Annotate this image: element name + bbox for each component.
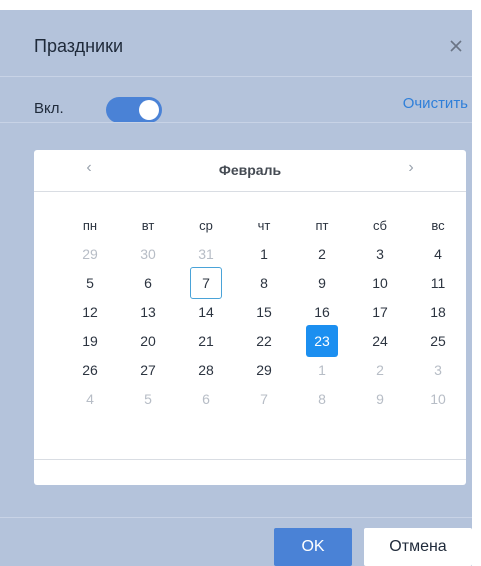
- day-cell[interactable]: 8: [306, 383, 338, 415]
- day-cell[interactable]: 19: [74, 325, 106, 357]
- day-cell[interactable]: 29: [74, 238, 106, 270]
- enable-toggle[interactable]: [106, 97, 162, 123]
- day-cell[interactable]: 9: [364, 383, 396, 415]
- day-cell[interactable]: 2: [306, 238, 338, 270]
- calendar-footer-divider: [34, 459, 466, 460]
- day-cell[interactable]: 6: [190, 383, 222, 415]
- holidays-dialog: Праздники Вкл. Очистить ‹ Февраль › пн вт…: [0, 10, 472, 566]
- day-cell[interactable]: 24: [364, 325, 396, 357]
- day-cell[interactable]: 13: [132, 296, 164, 328]
- day-cell[interactable]: 5: [74, 267, 106, 299]
- footer-divider: [0, 517, 472, 518]
- weekday-label: сб: [373, 218, 387, 233]
- day-cell[interactable]: 6: [132, 267, 164, 299]
- close-icon[interactable]: [446, 36, 466, 56]
- day-cell[interactable]: 27: [132, 354, 164, 386]
- calendar-header: ‹ Февраль ›: [34, 150, 466, 192]
- day-cell[interactable]: 25: [422, 325, 454, 357]
- day-cell[interactable]: 18: [422, 296, 454, 328]
- day-cell[interactable]: 10: [364, 267, 396, 299]
- day-cell[interactable]: 30: [132, 238, 164, 270]
- day-cell[interactable]: 11: [422, 267, 454, 299]
- dialog-title: Праздники: [34, 36, 124, 56]
- header-divider: [0, 76, 472, 77]
- clear-link[interactable]: Очистить: [403, 95, 468, 112]
- day-cell[interactable]: 12: [74, 296, 106, 328]
- day-cell[interactable]: 5: [132, 383, 164, 415]
- calendar: ‹ Февраль › пн вт ср чт пт сб вс 29 30 31 1 2 3 4 5 6 7…: [34, 150, 466, 485]
- next-month-button[interactable]: ›: [400, 159, 422, 177]
- day-cell[interactable]: 4: [422, 238, 454, 270]
- ok-button[interactable]: OK: [274, 528, 352, 566]
- day-cell[interactable]: 22: [248, 325, 280, 357]
- weekday-label: вс: [431, 218, 445, 233]
- day-cell[interactable]: 21: [190, 325, 222, 357]
- day-cell[interactable]: 31: [190, 238, 222, 270]
- day-cell[interactable]: 4: [74, 383, 106, 415]
- day-cell[interactable]: 10: [422, 383, 454, 415]
- day-cell[interactable]: 9: [306, 267, 338, 299]
- weekday-label: пн: [82, 218, 98, 233]
- day-cell[interactable]: 26: [74, 354, 106, 386]
- day-cell[interactable]: 3: [364, 238, 396, 270]
- day-cell[interactable]: 28: [190, 354, 222, 386]
- toggle-label: Вкл.: [34, 100, 64, 117]
- day-cell-today[interactable]: 7: [190, 267, 222, 299]
- weekday-label: чт: [257, 218, 271, 233]
- toolbar-divider: [0, 122, 472, 123]
- day-cell[interactable]: 17: [364, 296, 396, 328]
- cancel-button[interactable]: Отмена: [364, 528, 472, 566]
- day-cell[interactable]: 2: [364, 354, 396, 386]
- weekday-header: пн вт ср чт пт сб вс: [34, 218, 466, 238]
- day-cell[interactable]: 15: [248, 296, 280, 328]
- weekday-label: ср: [199, 218, 213, 233]
- day-cell[interactable]: 14: [190, 296, 222, 328]
- day-cell[interactable]: 20: [132, 325, 164, 357]
- day-cell-selected[interactable]: 23: [306, 325, 338, 357]
- weekday-label: пт: [315, 218, 329, 233]
- day-cell[interactable]: 8: [248, 267, 280, 299]
- day-cell[interactable]: 3: [422, 354, 454, 386]
- day-cell[interactable]: 29: [248, 354, 280, 386]
- day-cell[interactable]: 7: [248, 383, 280, 415]
- day-cell[interactable]: 1: [248, 238, 280, 270]
- day-cell[interactable]: 1: [306, 354, 338, 386]
- toggle-knob: [139, 100, 159, 120]
- day-cell[interactable]: 16: [306, 296, 338, 328]
- weekday-label: вт: [141, 218, 155, 233]
